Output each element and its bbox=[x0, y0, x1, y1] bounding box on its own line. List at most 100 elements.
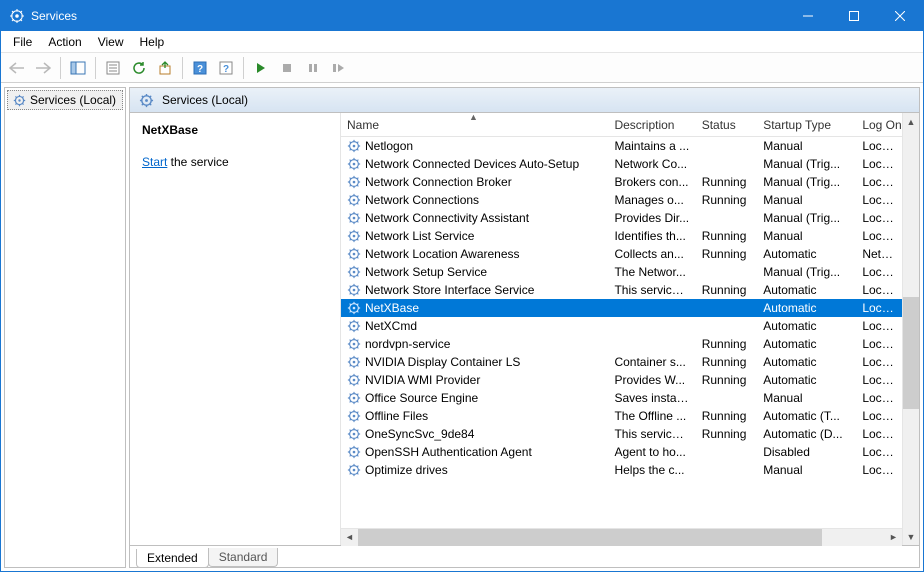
close-button[interactable] bbox=[877, 1, 923, 31]
table-row[interactable]: Network Connection BrokerBrokers con...R… bbox=[341, 173, 902, 191]
cell-startup: Automatic bbox=[757, 373, 856, 387]
col-name[interactable]: Name ▲ bbox=[341, 113, 608, 136]
window-title: Services bbox=[31, 9, 77, 23]
help-icon[interactable]: ? bbox=[188, 56, 212, 80]
menu-view[interactable]: View bbox=[90, 33, 132, 51]
table-row[interactable]: Office Source EngineSaves install...Manu… bbox=[341, 389, 902, 407]
export-icon[interactable] bbox=[153, 56, 177, 80]
cell-startup: Automatic bbox=[757, 337, 856, 351]
col-status[interactable]: Status bbox=[696, 113, 758, 136]
sort-asc-icon: ▲ bbox=[469, 112, 478, 122]
table-row[interactable]: Network Location AwarenessCollects an...… bbox=[341, 245, 902, 263]
start-service-line: Start the service bbox=[142, 155, 328, 169]
cell-description: Identifies th... bbox=[608, 229, 695, 243]
show-hide-tree-icon[interactable] bbox=[66, 56, 90, 80]
cell-startup: Manual (Trig... bbox=[757, 157, 856, 171]
pause-service-icon[interactable] bbox=[301, 56, 325, 80]
cell-status: Running bbox=[696, 193, 758, 207]
cell-name: NVIDIA Display Container LS bbox=[341, 355, 608, 369]
cell-status: Running bbox=[696, 229, 758, 243]
cell-description: Network Co... bbox=[608, 157, 695, 171]
cell-logon: Local S bbox=[856, 301, 902, 315]
cell-logon: Local S bbox=[856, 319, 902, 333]
table-row[interactable]: NetXBaseAutomaticLocal S bbox=[341, 299, 902, 317]
services-window: Services File Action View Help ? ? bbox=[0, 0, 924, 572]
table-row[interactable]: Network List ServiceIdentifies th...Runn… bbox=[341, 227, 902, 245]
cell-startup: Manual (Trig... bbox=[757, 211, 856, 225]
cell-startup: Manual bbox=[757, 391, 856, 405]
cell-logon: Local S bbox=[856, 193, 902, 207]
scroll-right-icon[interactable]: ► bbox=[885, 529, 902, 546]
table-row[interactable]: Network ConnectionsManages o...RunningMa… bbox=[341, 191, 902, 209]
tab-standard[interactable]: Standard bbox=[208, 548, 279, 567]
col-startup-type[interactable]: Startup Type bbox=[757, 113, 856, 136]
horizontal-scrollbar[interactable]: ◄ ► bbox=[341, 528, 902, 545]
back-icon[interactable] bbox=[5, 56, 29, 80]
cell-status: Running bbox=[696, 283, 758, 297]
start-service-icon[interactable] bbox=[249, 56, 273, 80]
maximize-button[interactable] bbox=[831, 1, 877, 31]
table-row[interactable]: Network Store Interface ServiceThis serv… bbox=[341, 281, 902, 299]
menu-file[interactable]: File bbox=[5, 33, 40, 51]
scroll-up-icon[interactable]: ▲ bbox=[903, 113, 919, 130]
service-list: Name ▲ Description Status Startup Type L… bbox=[340, 113, 919, 545]
service-rows[interactable]: NetlogonMaintains a ...ManualLocal SNetw… bbox=[341, 137, 902, 528]
table-row[interactable]: NVIDIA Display Container LSContainer s..… bbox=[341, 353, 902, 371]
cell-name: Network Connections bbox=[341, 193, 608, 207]
properties-icon[interactable] bbox=[101, 56, 125, 80]
table-row[interactable]: NetXCmdAutomaticLocal S bbox=[341, 317, 902, 335]
table-row[interactable]: Network Connected Devices Auto-SetupNetw… bbox=[341, 155, 902, 173]
detail-body: NetXBase Start the service Name ▲ bbox=[129, 113, 920, 546]
hscroll-thumb[interactable] bbox=[358, 529, 822, 546]
cell-name: NVIDIA WMI Provider bbox=[341, 373, 608, 387]
stop-service-icon[interactable] bbox=[275, 56, 299, 80]
tree-root-item[interactable]: Services (Local) bbox=[7, 90, 123, 110]
gear-icon bbox=[12, 93, 26, 107]
table-row[interactable]: Network Setup ServiceThe Networ...Manual… bbox=[341, 263, 902, 281]
cell-startup: Manual (Trig... bbox=[757, 175, 856, 189]
table-row[interactable]: NetlogonMaintains a ...ManualLocal S bbox=[341, 137, 902, 155]
tree-pane: Services (Local) bbox=[4, 87, 126, 568]
cell-logon: Local S bbox=[856, 427, 902, 441]
start-service-link[interactable]: Start bbox=[142, 155, 167, 169]
vertical-scrollbar[interactable]: ▲ ▼ bbox=[902, 113, 919, 545]
col-description[interactable]: Description bbox=[608, 113, 695, 136]
tab-extended[interactable]: Extended bbox=[136, 549, 209, 568]
detail-header-label: Services (Local) bbox=[162, 93, 248, 107]
table-row[interactable]: Network Connectivity AssistantProvides D… bbox=[341, 209, 902, 227]
menu-action[interactable]: Action bbox=[40, 33, 89, 51]
table-row[interactable]: OneSyncSvc_9de84This service ...RunningA… bbox=[341, 425, 902, 443]
detail-pane: Services (Local) NetXBase Start the serv… bbox=[129, 87, 920, 568]
menu-help[interactable]: Help bbox=[132, 33, 173, 51]
table-row[interactable]: nordvpn-serviceRunningAutomaticLocal S bbox=[341, 335, 902, 353]
cell-startup: Manual bbox=[757, 139, 856, 153]
cell-description: This service ... bbox=[608, 283, 695, 297]
cell-logon: Netwo bbox=[856, 247, 902, 261]
cell-description: Brokers con... bbox=[608, 175, 695, 189]
table-row[interactable]: OpenSSH Authentication AgentAgent to ho.… bbox=[341, 443, 902, 461]
minimize-button[interactable] bbox=[785, 1, 831, 31]
cell-name: Network Connection Broker bbox=[341, 175, 608, 189]
refresh-icon[interactable] bbox=[127, 56, 151, 80]
cell-logon: Local S bbox=[856, 265, 902, 279]
scroll-left-icon[interactable]: ◄ bbox=[341, 529, 358, 546]
cell-logon: Local S bbox=[856, 409, 902, 423]
vscroll-thumb[interactable] bbox=[903, 297, 919, 408]
cell-status: Running bbox=[696, 247, 758, 261]
col-log-on[interactable]: Log On bbox=[856, 113, 902, 136]
cell-name: Network Location Awareness bbox=[341, 247, 608, 261]
cell-logon: Local S bbox=[856, 229, 902, 243]
cell-logon: Local S bbox=[856, 391, 902, 405]
table-row[interactable]: NVIDIA WMI ProviderProvides W...RunningA… bbox=[341, 371, 902, 389]
table-row[interactable]: Optimize drivesHelps the c...ManualLocal… bbox=[341, 461, 902, 479]
cell-description: Manages o... bbox=[608, 193, 695, 207]
cell-logon: Local S bbox=[856, 139, 902, 153]
scroll-down-icon[interactable]: ▼ bbox=[903, 528, 919, 545]
restart-service-icon[interactable] bbox=[327, 56, 351, 80]
forward-icon[interactable] bbox=[31, 56, 55, 80]
help2-icon[interactable]: ? bbox=[214, 56, 238, 80]
cell-logon: Local S bbox=[856, 175, 902, 189]
titlebar: Services bbox=[1, 1, 923, 31]
cell-description: Provides W... bbox=[608, 373, 695, 387]
table-row[interactable]: Offline FilesThe Offline ...RunningAutom… bbox=[341, 407, 902, 425]
